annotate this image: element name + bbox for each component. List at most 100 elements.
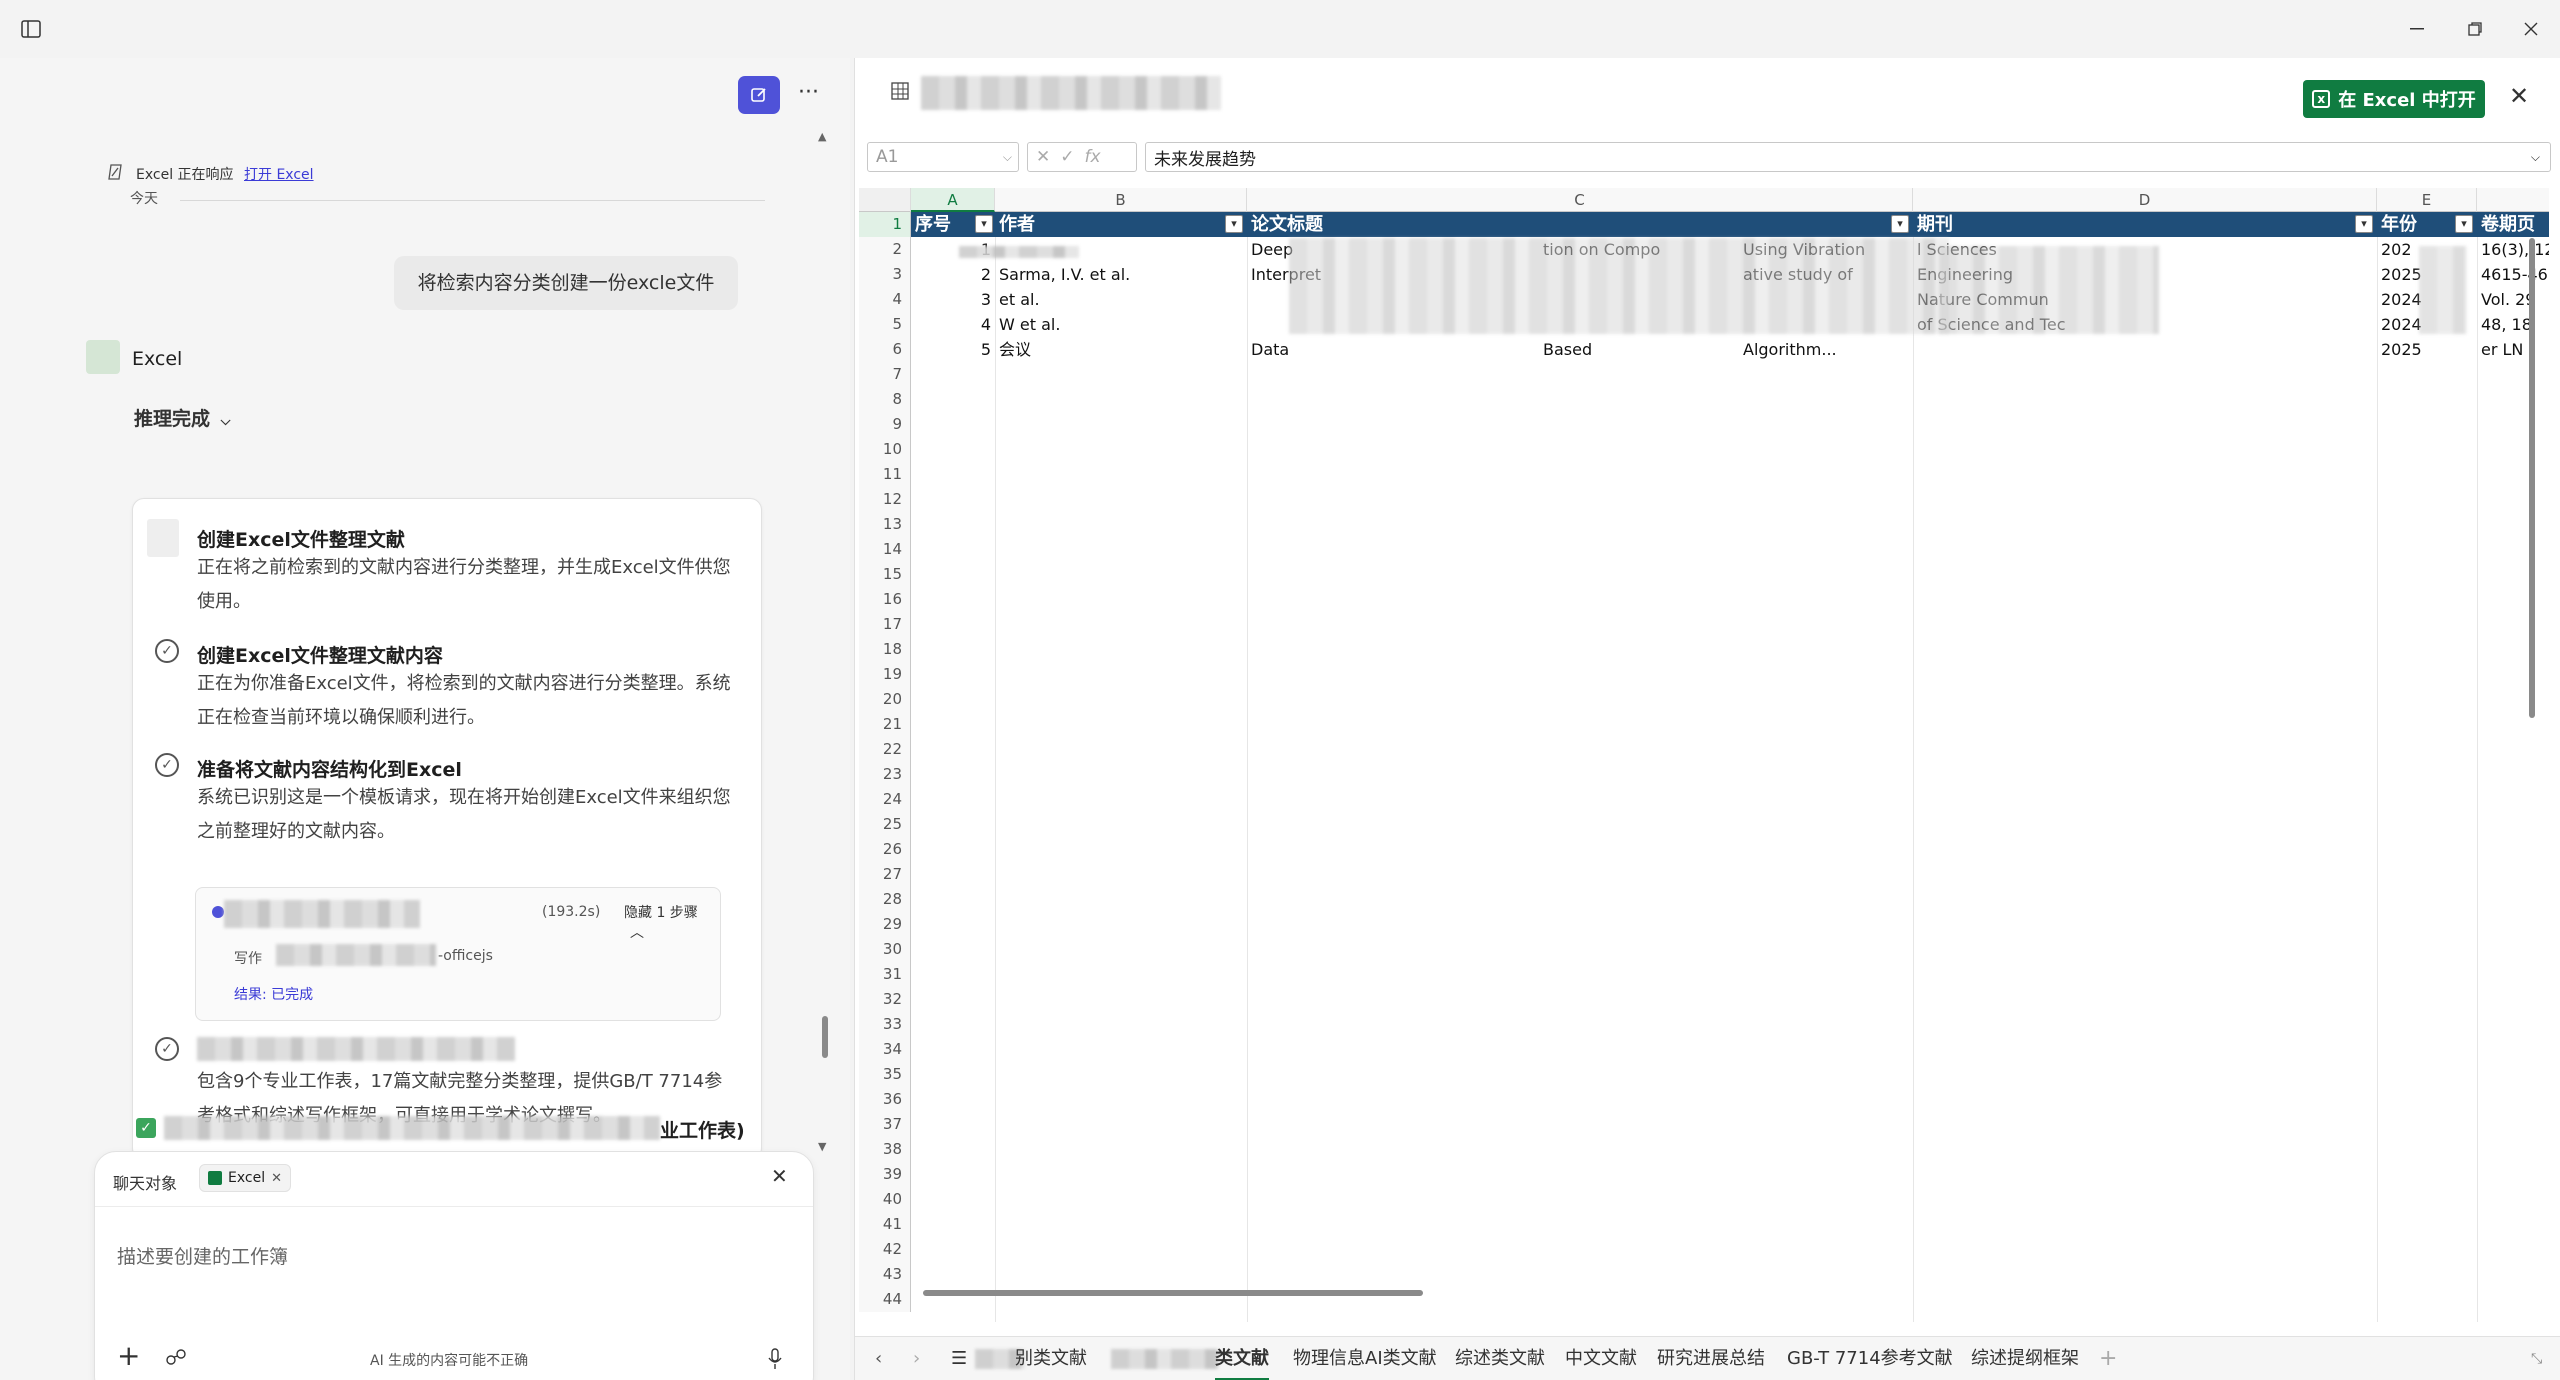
sheet-tab-active[interactable]: 类文献 [1215, 1337, 1269, 1380]
row-number[interactable]: 11 [859, 462, 911, 487]
grid-vertical-scrollbar[interactable] [2529, 238, 2535, 718]
restore-icon[interactable] [2460, 14, 2490, 44]
filter-dropdown-icon[interactable]: ▾ [975, 215, 993, 233]
row-number[interactable]: 15 [859, 562, 911, 587]
filter-dropdown-icon[interactable]: ▾ [1891, 215, 1909, 233]
chat-input[interactable]: 描述要创建的工作簿 [117, 1242, 717, 1269]
table-cell[interactable]: 3 [911, 287, 995, 312]
select-all-corner[interactable] [859, 188, 911, 212]
header-cell[interactable]: 期刊 ▾ [1913, 212, 2377, 237]
table-cell[interactable]: Sarma, I.V. et al. [995, 262, 1247, 287]
excel-chip[interactable]: Excel ✕ [199, 1164, 291, 1192]
row-number[interactable]: 20 [859, 687, 911, 712]
resize-handle-icon[interactable]: ⤡ [2531, 1337, 2542, 1380]
sheet-tab[interactable]: 研究进展总结 [1657, 1337, 1765, 1380]
new-chat-button[interactable] [738, 76, 780, 114]
row-number[interactable]: 5 [859, 312, 911, 337]
row-number[interactable]: 38 [859, 1137, 911, 1162]
row-number[interactable]: 3 [859, 262, 911, 287]
row-number[interactable]: 40 [859, 1187, 911, 1212]
next-sheet-icon[interactable]: › [913, 1337, 920, 1380]
name-box[interactable]: A1 ⌵ [867, 142, 1019, 172]
row-number[interactable]: 16 [859, 587, 911, 612]
checkbox-checked-icon[interactable]: ✓ [136, 1118, 156, 1138]
row-number[interactable]: 29 [859, 912, 911, 937]
row-number[interactable]: 2 [859, 237, 911, 262]
row-number[interactable]: 36 [859, 1087, 911, 1112]
table-cell[interactable]: Data [1247, 337, 1387, 362]
row-number[interactable]: 43 [859, 1262, 911, 1287]
row-number[interactable]: 44 [859, 1287, 911, 1312]
row-number[interactable]: 26 [859, 837, 911, 862]
row-number[interactable]: 18 [859, 637, 911, 662]
row-number[interactable]: 4 [859, 287, 911, 312]
spreadsheet-grid[interactable]: A B C D E 1 2 3 4 5 6 7 8 9 10 11 12 13 14 15 16 17 18 19 2… [859, 188, 2549, 1322]
column-header[interactable]: A [911, 188, 995, 212]
row-number[interactable]: 24 [859, 787, 911, 812]
header-cell[interactable]: 序号 ▾ [911, 212, 995, 237]
table-cell[interactable]: 4615-46 [2477, 262, 2549, 287]
table-cell[interactable]: er LN [2477, 337, 2549, 362]
prev-sheet-icon[interactable]: ‹ [875, 1337, 882, 1380]
confirm-icon[interactable]: ✓ [1060, 147, 1074, 167]
row-number[interactable]: 34 [859, 1037, 911, 1062]
cancel-icon[interactable]: ✕ [1036, 147, 1050, 167]
row-number[interactable]: 42 [859, 1237, 911, 1262]
sidebar-toggle-icon[interactable] [16, 14, 46, 44]
table-cell[interactable] [1913, 337, 2377, 362]
row-number[interactable]: 28 [859, 887, 911, 912]
column-header[interactable]: D [1913, 188, 2377, 212]
hide-steps-toggle[interactable]: 隐藏 1 步骤 ︿ [624, 902, 720, 942]
row-number[interactable]: 1 [859, 212, 911, 237]
result-label[interactable]: 结果: 已完成 [234, 984, 313, 1004]
table-cell[interactable]: 16(3), 1263 [2477, 237, 2549, 262]
sheet-tab[interactable]: 中文文献 [1565, 1337, 1637, 1380]
header-cell[interactable]: 论文标题 ▾ [1247, 212, 1913, 237]
reasoning-toggle[interactable]: 推理完成 ⌵ [134, 404, 231, 431]
filter-dropdown-icon[interactable]: ▾ [2455, 215, 2473, 233]
sheet-tab[interactable]: 综述类文献 [1455, 1337, 1545, 1380]
table-cell[interactable]: 5 [911, 337, 995, 362]
row-number[interactable]: 35 [859, 1062, 911, 1087]
add-icon[interactable]: + [117, 1342, 140, 1370]
column-header[interactable]: B [995, 188, 1247, 212]
row-number[interactable]: 27 [859, 862, 911, 887]
sheet-tab[interactable]: 综述提纲框架 [1971, 1337, 2079, 1380]
close-icon[interactable] [2516, 14, 2546, 44]
row-number[interactable]: 9 [859, 412, 911, 437]
more-options-icon[interactable]: ··· [798, 80, 819, 105]
row-number[interactable]: 33 [859, 1012, 911, 1037]
row-number[interactable]: 25 [859, 812, 911, 837]
table-cell[interactable]: Based [1539, 337, 1719, 362]
chat-scrollbar[interactable] [822, 1016, 828, 1058]
row-number[interactable]: 14 [859, 537, 911, 562]
header-cell[interactable]: 年份 ▾ [2377, 212, 2477, 237]
row-number[interactable]: 32 [859, 987, 911, 1012]
scroll-down-icon[interactable]: ▼ [818, 1140, 826, 1153]
table-cell[interactable]: 2 [911, 262, 995, 287]
chip-remove-icon[interactable]: ✕ [271, 1171, 282, 1186]
row-number[interactable]: 13 [859, 512, 911, 537]
table-cell[interactable]: 会议 [995, 337, 1247, 362]
row-number[interactable]: 8 [859, 387, 911, 412]
row-number[interactable]: 21 [859, 712, 911, 737]
minimize-icon[interactable] [2402, 14, 2432, 44]
grid-horizontal-scrollbar[interactable] [923, 1290, 1423, 1296]
table-cell[interactable]: W et al. [995, 312, 1247, 337]
row-number[interactable]: 31 [859, 962, 911, 987]
row-number[interactable]: 6 [859, 337, 911, 362]
scroll-up-icon[interactable]: ▲ [818, 130, 826, 143]
filter-dropdown-icon[interactable]: ▾ [2355, 215, 2373, 233]
table-cell[interactable]: et al. [995, 287, 1247, 312]
row-number[interactable]: 22 [859, 737, 911, 762]
open-in-excel-button[interactable]: x 在 Excel 中打开 [2303, 80, 2485, 118]
row-number[interactable]: 7 [859, 362, 911, 387]
row-number[interactable]: 12 [859, 487, 911, 512]
filter-dropdown-icon[interactable]: ▾ [1225, 215, 1243, 233]
row-number[interactable]: 41 [859, 1212, 911, 1237]
row-number[interactable]: 17 [859, 612, 911, 637]
add-sheet-icon[interactable]: + [2099, 1337, 2117, 1380]
header-cell[interactable]: 作者 ▾ [995, 212, 1247, 237]
row-number[interactable]: 30 [859, 937, 911, 962]
fx-icon[interactable]: fx [1085, 147, 1101, 167]
